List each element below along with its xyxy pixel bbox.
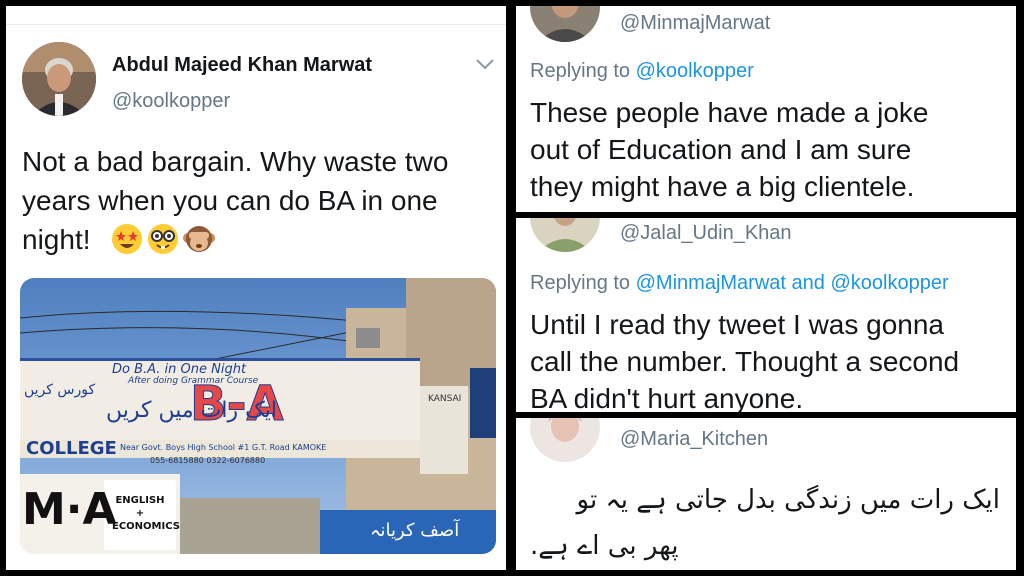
- reply-1-avatar[interactable]: [530, 6, 600, 42]
- banner-line1: Do B.A. in One Night: [112, 362, 247, 377]
- reply-2-handle[interactable]: @Jalal_Udin_Khan: [620, 222, 792, 245]
- college-address: Near Govt. Boys High School #1 G.T. Road…: [120, 443, 327, 452]
- reply-3-text-line1: ایک رات میں زندگی بدل جاتی ہے یہ تو: [576, 485, 1000, 515]
- reply-2-panel: @Jalal_Udin_Khan Replying to @MinmajMarw…: [516, 218, 1016, 412]
- nerd-face-emoji: [146, 222, 180, 256]
- college-phones: 055-6815880 0322-6076880: [150, 456, 266, 465]
- reply-3-handle[interactable]: @Maria_Kitchen: [620, 428, 768, 451]
- see-no-evil-monkey-emoji: [182, 222, 216, 256]
- tweet-photo[interactable]: Do B.A. in One Night After doing Grammar…: [20, 278, 496, 554]
- reply-1-replying-label: Replying to: [530, 60, 631, 82]
- reply-1-panel: @MinmajMarwat Replying to @koolkopper Th…: [516, 6, 1016, 212]
- top-divider: [6, 24, 506, 25]
- left-sign-small: ENGLISH + ECONOMICS: [112, 495, 180, 532]
- reply-2-replying-and: and: [791, 272, 825, 294]
- reply-2-replying-link-1[interactable]: @MinmajMarwat: [636, 272, 786, 294]
- reply-2-replying-to: Replying to @MinmajMarwat and @koolkoppe…: [530, 272, 949, 295]
- reply-3-text-line2: پھر بی اے ہے.: [530, 531, 679, 561]
- author-name[interactable]: Abdul Majeed Khan Marwat: [112, 54, 372, 77]
- left-sign: M·A: [22, 484, 117, 535]
- star-struck-emoji: [110, 222, 144, 256]
- reply-2-avatar[interactable]: [530, 218, 600, 252]
- reply-1-replying-link[interactable]: @koolkopper: [636, 60, 754, 82]
- reply-1-replying-to: Replying to @koolkopper: [530, 60, 754, 83]
- bottom-urdu-sign: آصف کریانہ: [370, 520, 460, 541]
- author-handle[interactable]: @koolkopper: [112, 90, 230, 113]
- emoji-row: [110, 222, 216, 256]
- reply-1-text: These people have made a joke out of Edu…: [530, 97, 929, 202]
- reply-3-avatar[interactable]: [530, 418, 600, 462]
- reply-2-text: Until I read thy tweet I was gonna call …: [530, 309, 960, 412]
- reply-3-panel: @Maria_Kitchen ایک رات میں زندگی بدل جات…: [516, 418, 1016, 570]
- banner-left-urdu: کورس کریں: [24, 382, 96, 398]
- reply-2-replying-label: Replying to: [530, 272, 631, 294]
- reply-2-replying-link-2[interactable]: @koolkopper: [830, 272, 948, 294]
- reply-1-handle[interactable]: @MinmajMarwat: [620, 12, 770, 35]
- shop-sign: KANSAI: [428, 394, 462, 404]
- author-avatar[interactable]: [22, 42, 96, 116]
- banner-urdu: ایک رات میں کریں: [106, 398, 278, 423]
- chevron-down-icon[interactable]: [474, 56, 496, 72]
- tweet-text: Not a bad bargain. Why waste two years w…: [22, 146, 449, 255]
- main-tweet-panel: Abdul Majeed Khan Marwat @koolkopper Not…: [6, 6, 506, 570]
- college-label: COLLEGE: [26, 438, 117, 459]
